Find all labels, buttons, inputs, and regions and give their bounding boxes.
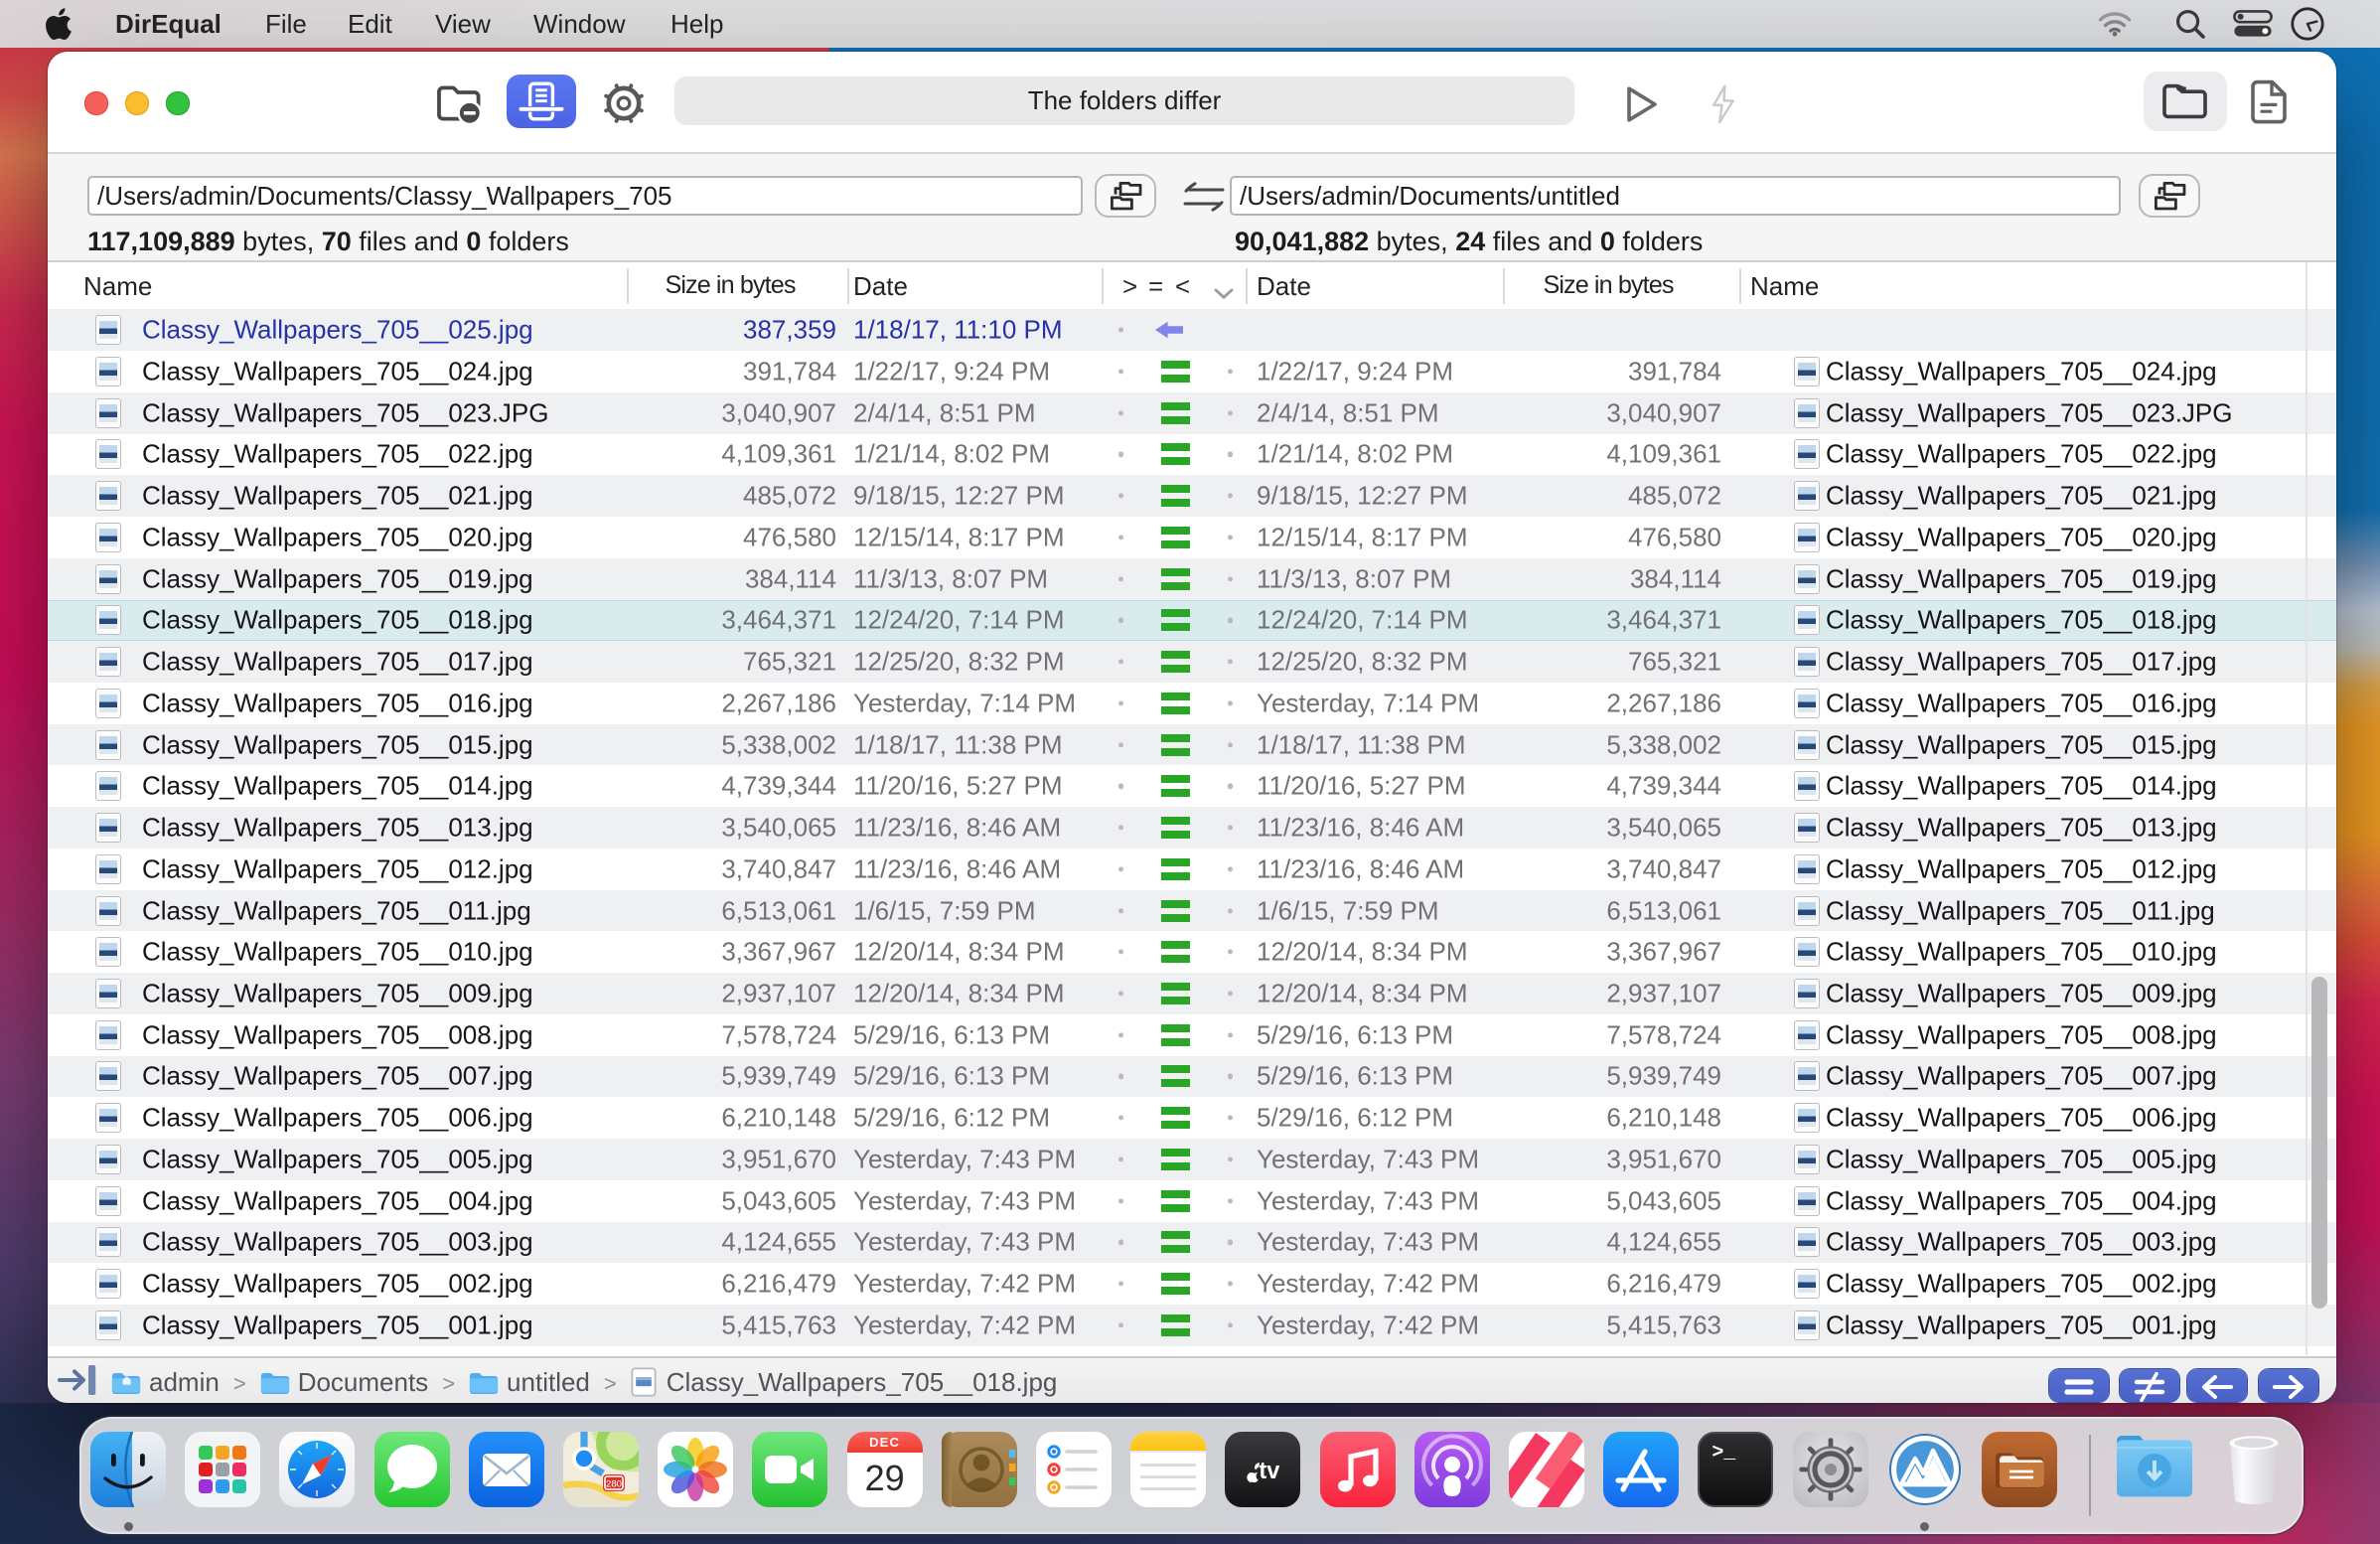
svg-text:280: 280 (606, 1479, 622, 1490)
svg-text:tv: tv (1260, 1459, 1281, 1484)
